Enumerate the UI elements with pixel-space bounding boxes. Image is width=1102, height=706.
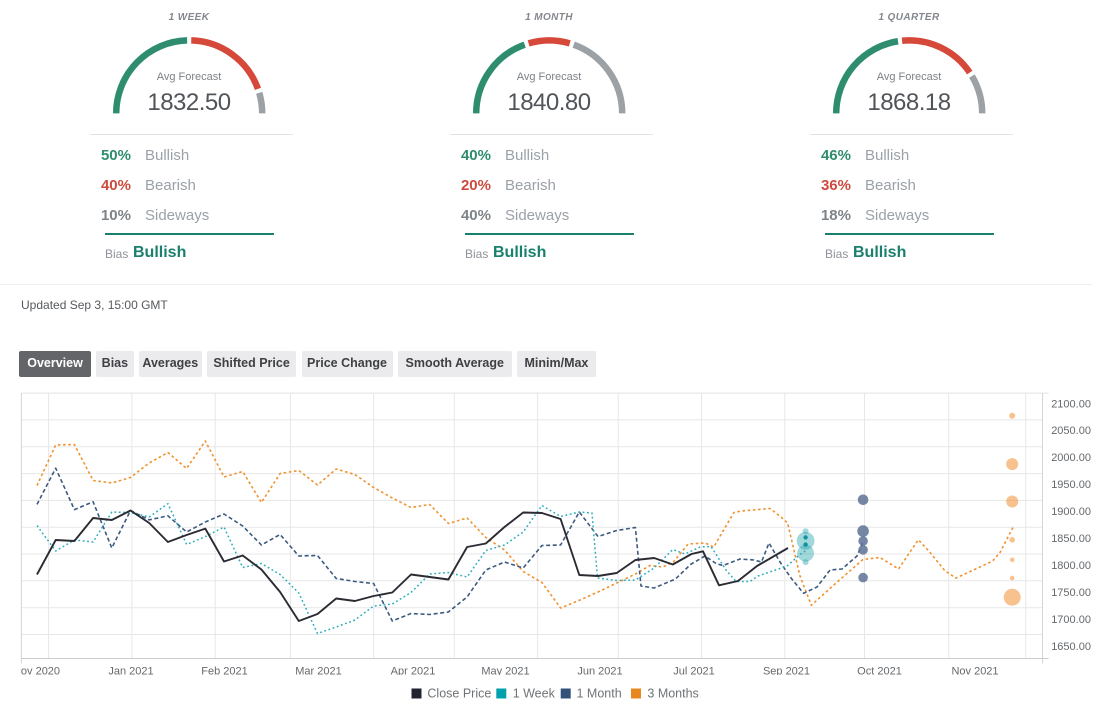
svg-text:3 Months: 3 Months <box>647 687 698 701</box>
svg-text:1700.00: 1700.00 <box>1051 614 1091 626</box>
svg-text:May 2021: May 2021 <box>481 666 529 678</box>
svg-text:1650.00: 1650.00 <box>1051 641 1091 653</box>
svg-text:2000.00: 2000.00 <box>1051 452 1091 464</box>
svg-text:2050.00: 2050.00 <box>1051 425 1091 437</box>
svg-text:1750.00: 1750.00 <box>1051 587 1091 599</box>
svg-text:Apr 2021: Apr 2021 <box>391 666 436 678</box>
svg-text:Nov 2021: Nov 2021 <box>951 666 998 678</box>
svg-text:1 Week: 1 Week <box>513 687 556 701</box>
svg-text:1900.00: 1900.00 <box>1051 506 1091 518</box>
svg-text:1 Month: 1 Month <box>577 687 622 701</box>
svg-text:Nov 2020: Nov 2020 <box>13 666 60 678</box>
svg-text:1800.00: 1800.00 <box>1051 560 1091 572</box>
svg-text:Mar 2021: Mar 2021 <box>295 666 341 678</box>
svg-text:Jul 2021: Jul 2021 <box>673 666 715 678</box>
svg-text:Oct 2021: Oct 2021 <box>857 666 902 678</box>
svg-text:Feb 2021: Feb 2021 <box>201 666 247 678</box>
svg-text:Jan 2021: Jan 2021 <box>108 666 153 678</box>
svg-text:2100.00: 2100.00 <box>1051 398 1091 410</box>
svg-text:Close Price: Close Price <box>427 687 491 701</box>
svg-text:Jun 2021: Jun 2021 <box>577 666 622 678</box>
svg-text:1950.00: 1950.00 <box>1051 479 1091 491</box>
svg-text:Sep 2021: Sep 2021 <box>763 666 810 678</box>
svg-text:1850.00: 1850.00 <box>1051 533 1091 545</box>
